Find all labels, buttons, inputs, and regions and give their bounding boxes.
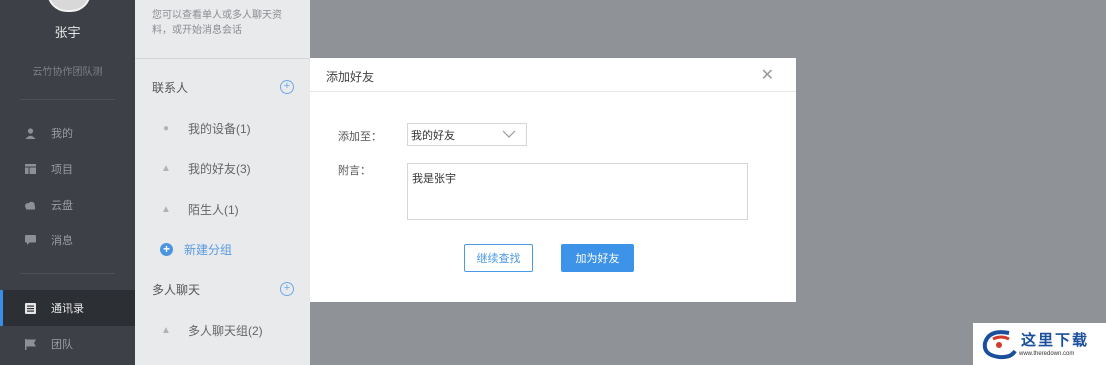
nav-item-label: 团队 <box>51 339 73 351</box>
message-textarea[interactable]: 我是张宇 <box>407 163 748 220</box>
group-label: 我的好友(3) <box>188 161 251 176</box>
group-label: 陌生人(1) <box>188 202 239 217</box>
group-item-group-chat[interactable]: ▲ 多人聊天组(2) <box>160 320 263 340</box>
new-group-label: 新建分组 <box>184 242 233 257</box>
add-to-select[interactable]: 我的好友 <box>407 123 527 146</box>
group-label: 我的设备(1) <box>188 121 251 136</box>
add-to-label: 添加至： <box>338 131 382 143</box>
nav-item-label: 项目 <box>51 164 73 176</box>
watermark: 这里下载 www.theredown.com <box>973 323 1106 365</box>
contacts-section-header: 联系人 + <box>152 77 294 97</box>
contacts-panel: 您可以查看单人或多人聊天资料，或开始消息会话 联系人 + ● 我的设备(1) ▲… <box>135 0 310 365</box>
message-label: 附言： <box>338 165 371 177</box>
dialog-header: 添加好友 ✕ <box>310 58 796 92</box>
dialog-title: 添加好友 <box>326 70 375 84</box>
message-icon <box>24 234 36 246</box>
contacts-hint: 您可以查看单人或多人聊天资料，或开始消息会话 <box>152 10 282 36</box>
nav-item-project[interactable]: 项目 <box>0 151 135 187</box>
nav-divider <box>20 99 115 100</box>
group-chat-section-header: 多人聊天 + <box>152 279 294 299</box>
watermark-url: www.theredown.com <box>1019 351 1075 357</box>
nav-item-message[interactable]: 消息 <box>0 222 135 258</box>
nav-item-mine[interactable]: 我的 <box>0 115 135 151</box>
add-friend-button[interactable]: 加为好友 <box>561 244 634 272</box>
watermark-text: 这里下载 <box>1021 331 1090 349</box>
flag-icon <box>24 338 36 350</box>
team-name[interactable]: 云竹协作团队测 <box>0 63 135 78</box>
friends-icon: ▲ <box>161 162 171 174</box>
continue-search-button[interactable]: 继续查找 <box>464 244 533 272</box>
section-title: 多人聊天 <box>152 282 201 297</box>
nav-item-team[interactable]: 团队 <box>0 326 135 362</box>
add-friend-dialog: 添加好友 ✕ 添加至： 我的好友 附言： 我是张宇 继续查找 加为好友 <box>310 58 796 302</box>
new-group-button[interactable]: + 新建分组 <box>160 239 232 259</box>
group-item-strangers[interactable]: ▲ 陌生人(1) <box>160 199 239 219</box>
contacts-icon <box>24 302 36 314</box>
group-chat-icon: ▲ <box>161 324 171 336</box>
nav-divider <box>20 273 115 274</box>
add-contact-icon[interactable]: + <box>280 80 294 94</box>
add-group-chat-icon[interactable]: + <box>280 282 294 296</box>
nav-item-label: 通讯录 <box>51 303 84 315</box>
sidebar-nav: 张宇 云竹协作团队测 我的 项目 云盘 消息 通讯录 团队 <box>0 0 138 365</box>
watermark-logo-icon <box>982 330 1017 360</box>
group-item-devices[interactable]: ● 我的设备(1) <box>160 118 251 138</box>
user-icon <box>24 127 36 139</box>
stranger-icon: ▲ <box>161 203 171 215</box>
nav-item-contacts[interactable]: 通讯录 <box>0 290 138 326</box>
nav-item-label: 我的 <box>51 128 73 140</box>
cloud-icon <box>24 199 36 211</box>
section-title: 联系人 <box>152 80 189 95</box>
group-item-friends[interactable]: ▲ 我的好友(3) <box>160 158 251 178</box>
user-name: 张宇 <box>54 25 81 40</box>
nav-item-cloud[interactable]: 云盘 <box>0 187 135 223</box>
add-to-value: 我的好友 <box>411 129 455 142</box>
chevron-down-icon <box>502 127 516 144</box>
avatar[interactable] <box>47 0 91 12</box>
project-icon <box>24 163 36 175</box>
group-label: 多人聊天组(2) <box>188 323 263 338</box>
nav-item-label: 云盘 <box>51 200 73 212</box>
divider <box>135 58 310 59</box>
nav-item-label: 消息 <box>51 235 73 247</box>
close-icon[interactable]: ✕ <box>761 65 774 85</box>
plus-circle-icon: + <box>160 242 173 256</box>
device-icon: ● <box>162 122 170 134</box>
